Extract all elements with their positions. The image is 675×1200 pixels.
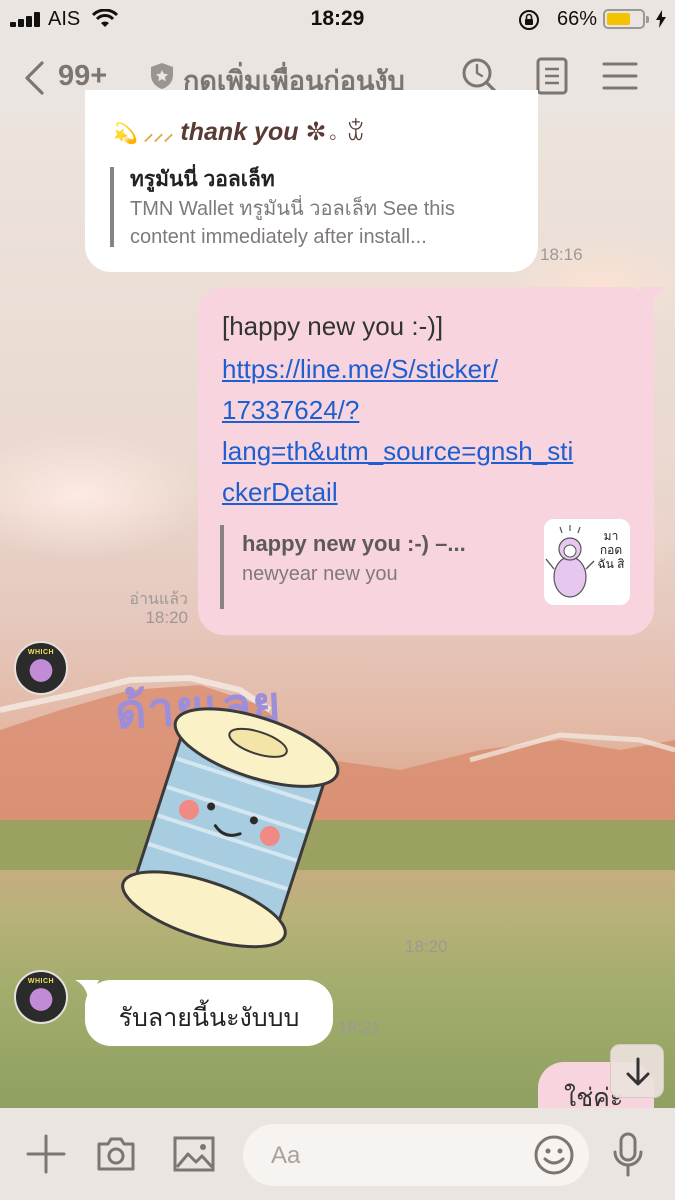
- thumbnail-text: มา กอด ฉัน สิ: [597, 529, 625, 571]
- image-icon[interactable]: [172, 1134, 216, 1174]
- preview-description: TMN Wallet ทรูมันนี่ วอลเล็ท See this co…: [130, 198, 455, 248]
- message-time: 18:16: [540, 245, 583, 264]
- message-text: รับลายนี้นะงับบบ: [118, 1004, 300, 1032]
- message-time: 18:20: [405, 937, 448, 956]
- decor-prefix: 💫 ⸝⸝⸝: [113, 123, 174, 145]
- decor-suffix: ✼。ꒃ: [305, 118, 366, 146]
- microphone-icon[interactable]: [612, 1132, 644, 1178]
- preview-title: happy new you :-) –...: [242, 531, 466, 556]
- message-input[interactable]: Aa: [243, 1124, 589, 1186]
- shield-icon: [151, 63, 173, 89]
- message-bubble-incoming[interactable]: 💫 ⸝⸝⸝ thank you ✼。ꒃ ทรูมันนี่ วอลเล็ท TM…: [85, 90, 538, 272]
- link-preview[interactable]: happy new you :-) –... newyear new you ม…: [220, 519, 634, 609]
- scroll-to-bottom-button[interactable]: [610, 1044, 664, 1098]
- message-input-bar: Aa: [0, 1108, 675, 1200]
- charging-icon: [656, 10, 666, 28]
- link-preview[interactable]: ทรูมันนี่ วอลเล็ท TMN Wallet ทรูมันนี่ ว…: [110, 167, 520, 248]
- message-bubble-incoming[interactable]: รับลายนี้นะงับบบ: [75, 980, 333, 1046]
- avatar[interactable]: WHICH: [14, 970, 68, 1024]
- preview-thumbnail: มา กอด ฉัน สิ: [544, 519, 630, 605]
- preview-title: ทรูมันนี่ วอลเล็ท: [130, 168, 275, 191]
- camera-icon[interactable]: [95, 1134, 137, 1174]
- bubble-tail: [640, 287, 666, 309]
- emoji-icon[interactable]: [533, 1134, 575, 1176]
- menu-icon[interactable]: [600, 56, 640, 96]
- preview-description: newyear new you: [242, 563, 398, 585]
- sticker-message[interactable]: ด้ายเลย: [85, 660, 385, 960]
- avatar[interactable]: WHICH: [14, 641, 68, 695]
- message-time: 18:20: [145, 608, 188, 627]
- thread-spool-sticker-image: [121, 707, 340, 949]
- arrow-down-icon: [626, 1057, 650, 1086]
- rotation-lock-icon: [519, 10, 539, 30]
- plus-icon[interactable]: [26, 1134, 66, 1174]
- battery-icon: [603, 9, 649, 29]
- status-bar: AIS 18:29 66%: [0, 0, 675, 38]
- battery-percent: 66%: [556, 8, 597, 30]
- message-time: 18:21: [338, 1018, 381, 1037]
- chevron-left-icon: [25, 61, 44, 95]
- message-text: [happy new you :-)]: [222, 311, 444, 341]
- input-placeholder: Aa: [271, 1142, 301, 1169]
- message-bubble-outgoing[interactable]: [happy new you :-)] https://line.me/S/st…: [198, 287, 666, 635]
- notes-icon[interactable]: [532, 56, 572, 96]
- message-partial-text: 💫 ⸝⸝⸝ thank you ✼。ꒃ: [113, 118, 366, 146]
- message-link[interactable]: https://line.me/S/sticker/ 17337624/? la…: [222, 349, 573, 513]
- unread-count: 99+: [58, 60, 108, 92]
